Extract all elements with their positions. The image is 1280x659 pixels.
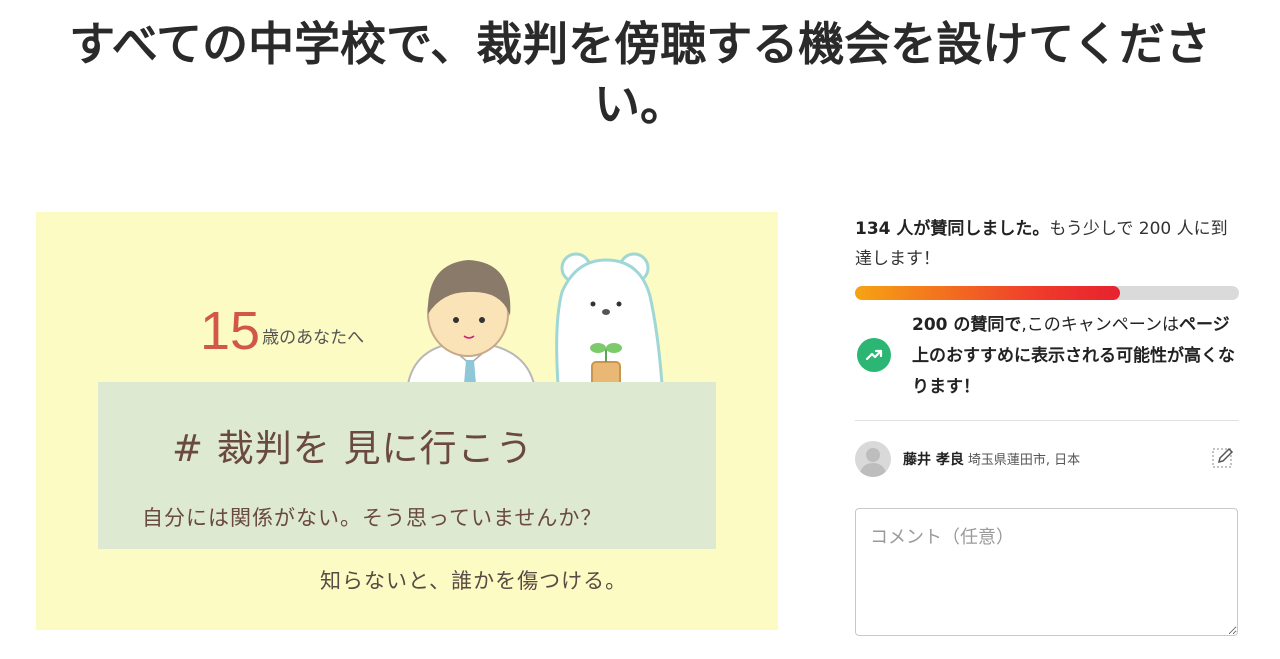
page-title: すべての中学校で、裁判を傍聴する機会を設けてください。 bbox=[69, 17, 1211, 131]
signer-info: 藤井 孝良 埼玉県蓮田市, 日本 bbox=[903, 449, 1080, 469]
promo-bold-lead: 200 の賛同で bbox=[912, 315, 1022, 335]
avatar bbox=[855, 441, 891, 477]
boy-illustration bbox=[406, 260, 536, 385]
bear-illustration bbox=[555, 252, 664, 389]
hero-age-caption: 15 歳のあなたへ bbox=[200, 300, 364, 362]
hero-age-number: 15 bbox=[200, 301, 261, 361]
hero-line-1: 自分には関係がない。そう思っていませんか？ bbox=[142, 506, 603, 530]
signature-sidebar: 134 人が賛同しました。もう少しで 200 人に到達します！ 200 の賛同で… bbox=[855, 214, 1239, 636]
signer-row: 藤井 孝良 埼玉県蓮田市, 日本 bbox=[855, 421, 1239, 479]
signature-count: 134 人が賛同しました。もう少しで 200 人に到達します！ bbox=[855, 214, 1239, 274]
trending-up-icon bbox=[857, 338, 891, 372]
hero-age-suffix: 歳のあなたへ bbox=[262, 328, 365, 348]
signer-name: 藤井 孝良 bbox=[903, 452, 964, 468]
signature-progress-fill bbox=[855, 286, 1120, 300]
promo-text-mid: ,このキャンペーンは bbox=[1021, 315, 1179, 335]
edit-icon[interactable] bbox=[1211, 445, 1235, 469]
signer-location: 埼玉県蓮田市, 日本 bbox=[967, 453, 1081, 468]
promo-message: 200 の賛同で,このキャンペーンはページ上のおすすめに表示される可能性が高くな… bbox=[855, 310, 1239, 410]
campaign-hero-image: 15 歳のあなたへ # 裁判を 見に行こう 自分には関係がない。そう思っていません… bbox=[36, 212, 778, 630]
signature-count-label: 134 人が賛同しました。 bbox=[855, 219, 1050, 239]
promo-text: 200 の賛同で,このキャンペーンはページ上のおすすめに表示される可能性が高くな… bbox=[912, 310, 1242, 403]
signature-progress-bar bbox=[855, 286, 1239, 300]
hero-text-band: # 裁判を 見に行こう 自分には関係がない。そう思っていませんか？ bbox=[98, 382, 716, 549]
hero-hashtag: # 裁判を 見に行こう bbox=[172, 427, 534, 470]
hero-line-2: 知らないと、誰かを傷つける。 bbox=[320, 569, 628, 593]
comment-textarea[interactable] bbox=[855, 508, 1238, 636]
